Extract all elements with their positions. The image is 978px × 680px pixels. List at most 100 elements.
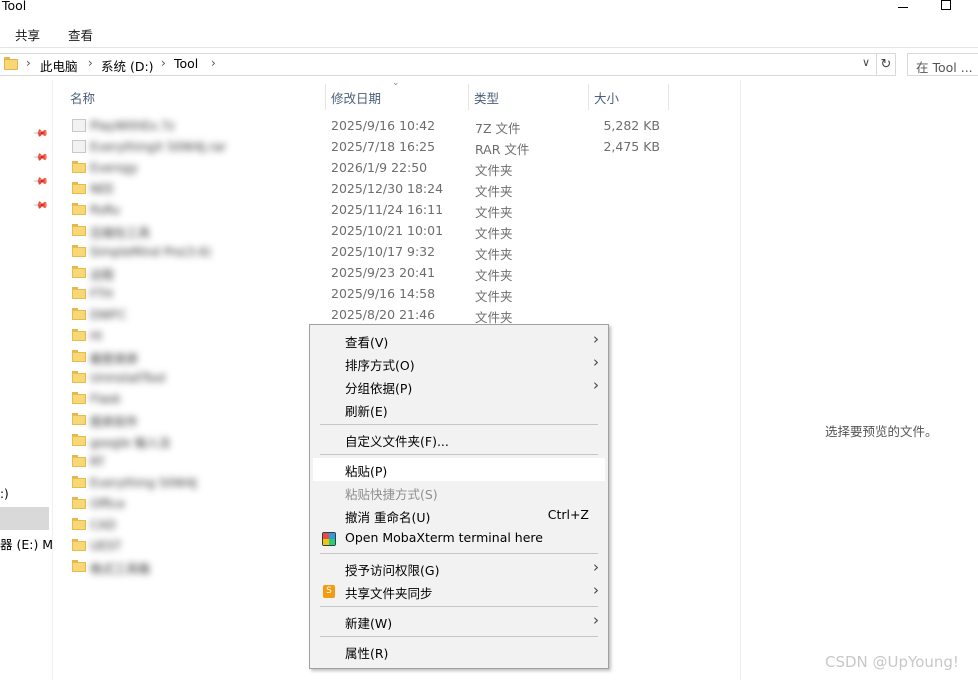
breadcrumb-tool[interactable]: Tool	[174, 56, 198, 71]
menu-item-grant-access[interactable]: 授予访问权限(G) ›	[313, 557, 605, 580]
file-name: 图表软件	[90, 415, 139, 429]
column-divider[interactable]	[468, 84, 469, 110]
folder-icon	[72, 266, 86, 279]
pin-icon[interactable]: 📌	[32, 198, 49, 215]
maximize-button[interactable]	[936, 0, 956, 13]
file-row[interactable]: EverythingX 50W4J.rar 2025/7/18 16:25 RAR …	[70, 137, 670, 158]
menu-item-label: 授予访问权限(G)	[345, 563, 440, 578]
menu-item-refresh[interactable]: 刷新(E)	[313, 398, 605, 421]
submenu-arrow-icon: ›	[593, 558, 599, 576]
chevron-right-icon[interactable]: ›	[161, 56, 166, 70]
menu-separator	[320, 606, 598, 607]
file-row[interactable]: DWFC 2025/8/20 21:46 文件夹	[70, 305, 670, 326]
menu-item-label: 刷新(E)	[345, 404, 388, 419]
folder-icon	[72, 350, 86, 363]
title-bar: Tool	[0, 0, 978, 14]
menu-item-new[interactable]: 新建(W) ›	[313, 610, 605, 633]
menu-item-paste-shortcut[interactable]: 粘贴快捷方式(S)	[313, 481, 605, 504]
watermark: CSDN @UpYoung!	[825, 653, 959, 671]
file-row[interactable]: RsRu 2025/11/24 16:11 文件夹	[70, 200, 670, 221]
archive-file-icon	[72, 140, 86, 153]
nav-item-drive-e[interactable]: 器 (E:) M	[0, 534, 53, 553]
file-row[interactable]: 远程 2025/9/23 20:41 文件夹	[70, 263, 670, 284]
file-name: Everything 50W4J	[90, 476, 198, 490]
submenu-arrow-icon: ›	[593, 376, 599, 394]
folder-icon	[72, 308, 86, 321]
address-bar[interactable]: › 此电脑 › 系统 (D:) › Tool › ∨	[0, 53, 877, 76]
file-name: RT	[90, 455, 105, 469]
menu-item-customize-folder[interactable]: 自定义文件夹(F)...	[313, 428, 605, 451]
pane-divider[interactable]	[52, 80, 53, 680]
column-header-name[interactable]: 名称	[70, 88, 95, 107]
refresh-icon: ↻	[880, 57, 892, 72]
minimize-icon	[898, 6, 908, 8]
file-row[interactable]: NEE 2025/12/30 18:24 文件夹	[70, 179, 670, 200]
menu-separator	[320, 454, 598, 455]
file-row[interactable]: PlayWithEx.7z 2025/9/16 10:42 7Z 文件 5,282 K…	[70, 116, 670, 137]
menu-item-label: 新建(W)	[345, 616, 393, 631]
file-name: Flask	[90, 392, 121, 406]
pin-icon[interactable]: 📌	[32, 174, 49, 191]
menu-item-sort-by[interactable]: 排序方式(O) ›	[313, 352, 605, 375]
folder-icon	[72, 560, 86, 573]
menu-item-label: 查看(V)	[345, 335, 389, 350]
menu-item-label: 粘贴(P)	[345, 464, 388, 479]
tab-share[interactable]: 共享	[15, 25, 40, 44]
column-header-size[interactable]: 大小	[594, 88, 619, 107]
menu-item-label: 分组依据(P)	[345, 381, 413, 396]
column-divider[interactable]	[588, 84, 589, 110]
column-divider[interactable]	[668, 84, 669, 110]
column-divider[interactable]	[325, 84, 326, 110]
menu-item-label: 自定义文件夹(F)...	[345, 434, 449, 449]
folder-icon	[72, 413, 86, 426]
file-type: 文件夹	[475, 289, 513, 304]
menu-item-folder-sync[interactable]: S 共享文件夹同步 ›	[313, 580, 605, 603]
column-header-type[interactable]: 类型	[474, 88, 499, 107]
menu-separator	[320, 636, 598, 637]
menu-item-view[interactable]: 查看(V) ›	[313, 329, 605, 352]
menu-item-paste[interactable]: 粘贴(P)	[313, 458, 605, 481]
file-name: DWFC	[90, 308, 127, 322]
folder-icon	[72, 518, 86, 531]
search-input[interactable]: 在 Tool ...	[907, 53, 978, 76]
nav-item-selected[interactable]	[0, 507, 49, 530]
submenu-arrow-icon: ›	[593, 611, 599, 629]
archive-file-icon	[72, 119, 86, 132]
submenu-arrow-icon: ›	[593, 330, 599, 348]
chevron-right-icon[interactable]: ›	[88, 56, 93, 70]
chevron-right-icon[interactable]: ›	[26, 56, 31, 70]
file-name: SimpleMind Pro(3.6)	[90, 245, 212, 259]
chevron-right-icon[interactable]: ›	[211, 56, 216, 70]
column-header-modified[interactable]: 修改日期	[331, 88, 381, 107]
minimize-button[interactable]	[893, 0, 913, 13]
breadcrumb-this-pc[interactable]: 此电脑	[40, 56, 78, 75]
file-row[interactable]: FTH 2025/9/16 14:58 文件夹	[70, 284, 670, 305]
file-modified-date: 2025/7/18 16:25	[331, 139, 436, 154]
file-modified-date: 2025/9/16 14:58	[331, 286, 436, 301]
pin-icon[interactable]: 📌	[32, 150, 49, 167]
window-title: Tool	[2, 0, 27, 13]
menu-item-group-by[interactable]: 分组依据(P) ›	[313, 375, 605, 398]
folder-icon	[4, 57, 18, 71]
menu-item-label: Open MobaXterm terminal here	[345, 530, 543, 545]
file-type: 文件夹	[475, 268, 513, 283]
file-row[interactable]: 压缩包工具 2025/10/21 10:01 文件夹	[70, 221, 670, 242]
breadcrumb-drive-d[interactable]: 系统 (D:)	[101, 56, 154, 75]
file-type: 7Z 文件	[475, 121, 521, 136]
file-name: google 输入法	[90, 436, 171, 450]
preview-divider[interactable]	[740, 80, 741, 680]
file-name: RsRu	[90, 203, 120, 217]
ribbon-tabs: 共享 查看	[0, 20, 978, 48]
chevron-down-icon[interactable]: ∨	[862, 56, 870, 69]
sort-indicator-icon: ⌄	[392, 78, 400, 88]
file-row[interactable]: Eversgy 2026/1/9 22:50 文件夹	[70, 158, 670, 179]
menu-item-open-mobaxterm[interactable]: Open MobaXterm terminal here	[313, 527, 605, 550]
nav-item-drive[interactable]: :)	[0, 487, 9, 501]
file-name: 格式工具箱	[90, 562, 151, 576]
tab-view[interactable]: 查看	[68, 25, 93, 44]
menu-item-undo-rename[interactable]: 撤消 重命名(U) Ctrl+Z	[313, 504, 605, 527]
menu-item-properties[interactable]: 属性(R)	[313, 640, 605, 663]
file-row[interactable]: SimpleMind Pro(3.6) 2025/10/17 9:32 文件夹	[70, 242, 670, 263]
pin-icon[interactable]: 📌	[32, 126, 49, 143]
refresh-button[interactable]: ↻	[877, 53, 896, 76]
